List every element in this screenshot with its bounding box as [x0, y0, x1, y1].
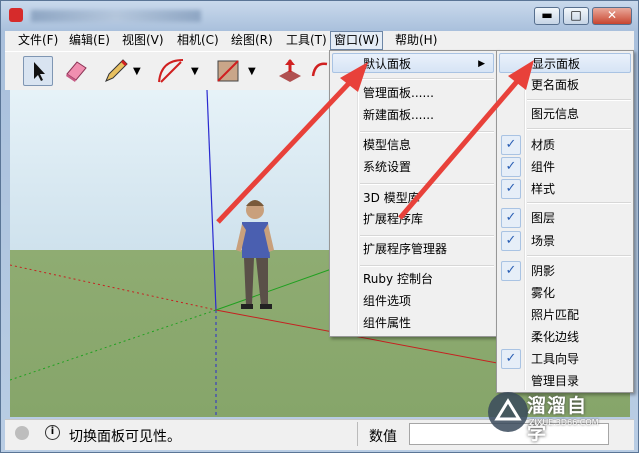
menu-draw[interactable]: 绘图(R) — [228, 32, 276, 49]
title-bar: ▬ □ ✕ — [1, 1, 638, 31]
minimize-button[interactable]: ▬ — [534, 7, 560, 25]
menu-gutter — [357, 53, 359, 334]
watermark-logo-icon — [488, 392, 528, 432]
shape-dropdown-icon[interactable]: ▼ — [248, 66, 256, 77]
menu-help[interactable]: 帮助(H) — [392, 32, 440, 49]
submenu-item-fog[interactable]: 雾化 — [531, 283, 555, 303]
check-icon: ✓ — [501, 231, 521, 251]
arc-tool-icon[interactable] — [155, 56, 185, 86]
submenu-item-show-tray[interactable]: 显示面板 — [499, 53, 631, 73]
watermark-url: ZIXUE.3D66.COM — [529, 418, 599, 427]
pencil-tool-icon[interactable] — [101, 56, 131, 86]
menu-item-manage-trays[interactable]: 管理面板...... — [363, 83, 434, 103]
menu-gutter — [524, 53, 526, 390]
red-axis-negative — [10, 264, 217, 311]
menu-camera[interactable]: 相机(C) — [174, 32, 222, 49]
submenu-item-rename-tray[interactable]: 更名面板 — [531, 75, 579, 95]
menu-separator — [360, 265, 494, 267]
menu-item-label: 默认面板 — [363, 57, 412, 71]
geolocation-icon[interactable] — [15, 426, 29, 440]
select-tool-icon[interactable] — [23, 56, 53, 86]
maximize-button[interactable]: □ — [563, 7, 589, 25]
window-menu-dropdown: 默认面板 ▶ 管理面板...... 新建面板...... 模型信息 系统设置 3D… — [329, 50, 497, 337]
check-icon: ✓ — [501, 179, 521, 199]
check-icon: ✓ — [501, 208, 521, 228]
submenu-arrow-icon: ▶ — [478, 59, 485, 69]
menu-separator — [527, 99, 631, 101]
menu-tools[interactable]: 工具(T) — [283, 32, 330, 49]
menu-separator — [360, 235, 494, 237]
menu-window[interactable]: 窗口(W) — [330, 31, 384, 50]
submenu-item-components[interactable]: 组件 — [531, 157, 555, 177]
info-icon[interactable]: i — [45, 425, 60, 440]
person-figure — [236, 200, 274, 309]
menu-separator — [527, 255, 631, 257]
check-icon: ✓ — [501, 157, 521, 177]
arc-dropdown-icon[interactable]: ▼ — [191, 66, 199, 77]
menu-separator — [527, 128, 631, 130]
blue-axis — [206, 90, 217, 311]
status-message: 切换面板可见性。 — [69, 429, 181, 445]
menu-item-3d-warehouse[interactable]: 3D 模型库 — [363, 188, 420, 208]
submenu-item-styles[interactable]: 样式 — [531, 179, 555, 199]
menu-item-extension-manager[interactable]: 扩展程序管理器 — [363, 239, 447, 259]
check-icon: ✓ — [501, 135, 521, 155]
menu-edit[interactable]: 编辑(E) — [66, 32, 113, 49]
submenu-item-instructor[interactable]: 工具向导 — [531, 349, 579, 369]
panels-submenu: 显示面板 更名面板 图元信息 ✓ 材质 ✓ 组件 ✓ 样式 ✓ 图层 ✓ 场景 … — [496, 50, 634, 393]
sketchup-logo-icon — [9, 8, 23, 22]
green-axis-negative — [10, 309, 217, 381]
menu-file[interactable]: 文件(F) — [15, 32, 61, 49]
menu-item-model-info[interactable]: 模型信息 — [363, 135, 411, 155]
submenu-item-layers[interactable]: 图层 — [531, 208, 555, 228]
shape-tool-icon[interactable] — [213, 56, 243, 86]
eraser-tool-icon[interactable] — [61, 56, 91, 86]
submenu-item-match-photo[interactable]: 照片匹配 — [531, 305, 579, 325]
menu-separator — [527, 202, 631, 204]
menu-separator — [360, 78, 494, 80]
menu-item-component-attributes[interactable]: 组件属性 — [363, 313, 411, 333]
submenu-item-shadows[interactable]: 阴影 — [531, 261, 555, 281]
menu-item-component-options[interactable]: 组件选项 — [363, 291, 411, 311]
status-divider — [357, 422, 358, 446]
menu-separator — [360, 183, 494, 185]
pencil-dropdown-icon[interactable]: ▼ — [133, 66, 141, 77]
submenu-item-entity-info[interactable]: 图元信息 — [531, 104, 579, 124]
menu-item-preferences[interactable]: 系统设置 — [363, 157, 411, 177]
menu-item-default-tray[interactable]: 默认面板 ▶ — [332, 53, 494, 73]
menu-item-ruby-console[interactable]: Ruby 控制台 — [363, 269, 433, 289]
green-axis — [215, 265, 341, 311]
check-icon: ✓ — [501, 349, 521, 369]
window-title-blurred — [31, 10, 201, 22]
menu-bar: 文件(F) 编辑(E) 视图(V) 相机(C) 绘图(R) 工具(T) 窗口(W… — [5, 31, 634, 51]
menu-item-extension-warehouse[interactable]: 扩展程序库 — [363, 209, 423, 229]
check-icon: ✓ — [501, 261, 521, 281]
menu-separator — [360, 131, 494, 133]
submenu-item-scenes[interactable]: 场景 — [531, 231, 555, 251]
submenu-item-soften-edges[interactable]: 柔化边线 — [531, 327, 579, 347]
menu-view[interactable]: 视图(V) — [119, 32, 167, 49]
measurements-label: 数值 — [369, 429, 397, 445]
push-pull-tool-icon[interactable] — [275, 56, 305, 86]
menu-item-new-tray[interactable]: 新建面板...... — [363, 105, 434, 125]
watermark: 溜溜自学 ZIXUE.3D66.COM — [487, 385, 605, 444]
close-button[interactable]: ✕ — [592, 7, 632, 25]
submenu-item-materials[interactable]: 材质 — [531, 135, 555, 155]
